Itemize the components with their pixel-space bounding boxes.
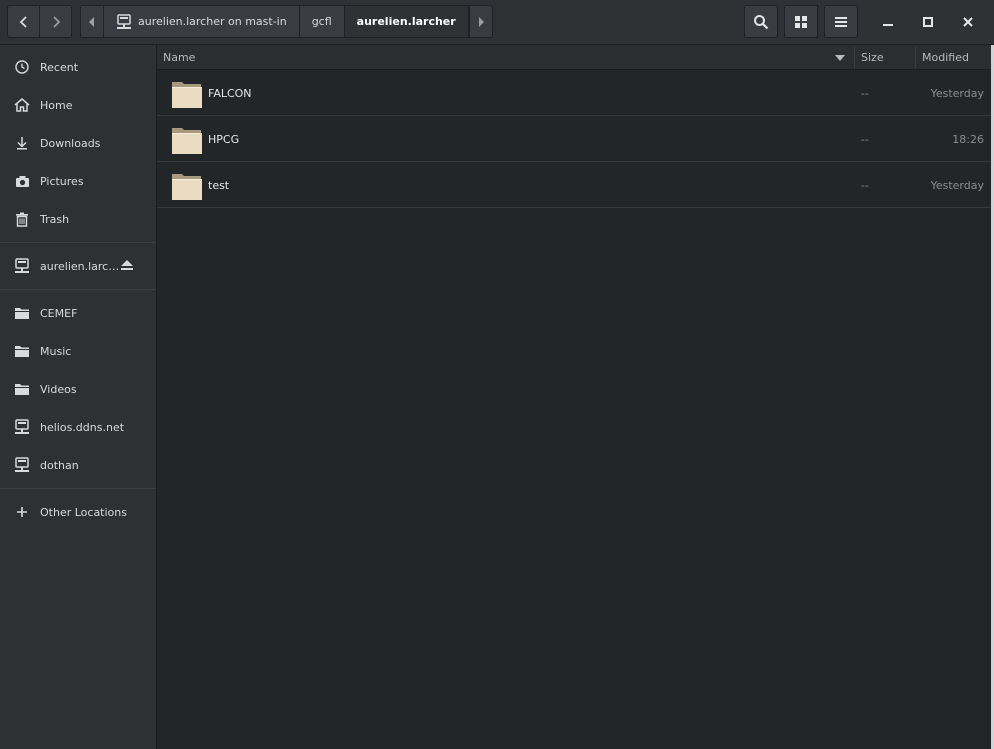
path-scroll-left-button[interactable] (80, 5, 104, 38)
plus-icon (14, 504, 30, 520)
grid-icon (795, 15, 807, 28)
network-drive-icon (117, 13, 131, 29)
hamburger-menu-icon (835, 16, 847, 27)
sidebar-item-mount[interactable]: aurelien.larc… (0, 251, 156, 281)
column-modified-header[interactable]: Modified (922, 45, 969, 70)
sidebar-item-label: Other Locations (40, 505, 127, 519)
camera-icon (14, 173, 30, 189)
sort-arrow-down-icon (835, 54, 845, 61)
sidebar-item-downloads[interactable]: Downloads (0, 128, 156, 158)
table-row[interactable]: FALCON -- Yesterday (157, 70, 994, 116)
file-modified: Yesterday (930, 86, 984, 100)
sidebar-item-label: helios.ddns.net (40, 420, 125, 434)
sidebar-item-trash[interactable]: Trash (0, 204, 156, 234)
file-name: test (208, 178, 230, 192)
view-grid-button[interactable] (784, 5, 818, 38)
sidebar-item-label: Pictures (40, 174, 84, 188)
folder-icon (172, 128, 202, 154)
home-icon (14, 97, 30, 113)
download-icon (14, 135, 30, 151)
arrow-right-icon (478, 16, 484, 27)
column-name-header[interactable]: Name (163, 45, 195, 70)
column-size-label: Size (861, 51, 884, 64)
sidebar-item-pictures[interactable]: Pictures (0, 166, 156, 196)
chevron-left-icon (19, 15, 27, 28)
sidebar-divider (0, 242, 156, 243)
sidebar-item-videos[interactable]: Videos (0, 374, 156, 404)
crumb-root-label: aurelien.larcher on mast-in (138, 15, 287, 28)
maximize-icon (923, 17, 933, 27)
path-bar: aurelien.larcher on mast-in gcfl aurelie… (80, 5, 493, 38)
minimize-icon (883, 24, 893, 26)
column-header: Name Size Modified (157, 45, 994, 70)
crumb-gcfl[interactable]: gcfl (299, 5, 345, 38)
column-separator[interactable] (854, 47, 855, 68)
sidebar-item-label: Home (40, 98, 73, 112)
sidebar-item-recent[interactable]: Recent (0, 52, 156, 82)
sidebar-item-other-locations[interactable]: Other Locations (0, 497, 156, 527)
chevron-right-icon (52, 15, 60, 28)
sidebar: Recent Home Downloads Pictures Trash aur… (0, 45, 157, 749)
table-row[interactable]: test -- Yesterday (157, 162, 994, 208)
folder-icon (14, 381, 30, 397)
sidebar-item-label: Downloads (40, 136, 101, 150)
column-modified-label: Modified (922, 51, 969, 64)
file-size: -- (861, 178, 869, 192)
close-button[interactable] (954, 8, 982, 36)
file-modified: 18:26 (952, 132, 984, 146)
file-list: Name Size Modified FALCON -- Yesterday H… (157, 45, 994, 749)
sidebar-item-label: dothan (40, 458, 79, 472)
path-scroll-right-button[interactable] (468, 5, 493, 38)
column-separator[interactable] (915, 47, 916, 68)
maximize-button[interactable] (914, 8, 942, 36)
crumb-current[interactable]: aurelien.larcher (344, 5, 469, 38)
crumb-gcfl-label: gcfl (311, 15, 332, 28)
menu-button[interactable] (824, 5, 858, 38)
minimize-button[interactable] (874, 8, 902, 36)
sidebar-item-label: Music (40, 344, 72, 358)
arrow-left-icon (89, 16, 94, 27)
sort-button[interactable] (835, 45, 845, 70)
folder-icon (14, 343, 30, 359)
crumb-current-label: aurelien.larcher (356, 15, 456, 28)
sidebar-divider (0, 488, 156, 489)
file-name: FALCON (208, 86, 252, 100)
table-row[interactable]: HPCG -- 18:26 (157, 116, 994, 162)
search-button[interactable] (744, 5, 778, 38)
sidebar-divider (0, 289, 156, 290)
sidebar-item-helios[interactable]: helios.ddns.net (0, 412, 156, 442)
sidebar-item-music[interactable]: Music (0, 336, 156, 366)
folder-icon (14, 305, 30, 321)
trash-icon (14, 211, 30, 227)
crumb-root[interactable]: aurelien.larcher on mast-in (104, 5, 300, 38)
file-name: HPCG (208, 132, 240, 146)
column-size-header[interactable]: Size (861, 45, 884, 70)
file-manager-window: aurelien.larcher on mast-in gcfl aurelie… (0, 0, 994, 749)
network-drive-icon (14, 258, 30, 274)
sidebar-item-home[interactable]: Home (0, 90, 156, 120)
network-drive-icon (14, 457, 30, 473)
clock-icon (14, 59, 30, 75)
eject-button[interactable] (120, 259, 134, 274)
sidebar-item-label: aurelien.larc… (40, 259, 120, 273)
file-size: -- (861, 86, 869, 100)
forward-button[interactable] (39, 5, 72, 38)
sidebar-item-label: Recent (40, 60, 79, 74)
header-bar: aurelien.larcher on mast-in gcfl aurelie… (0, 0, 994, 45)
column-name-label: Name (163, 51, 196, 64)
file-size: -- (861, 132, 869, 146)
back-button[interactable] (7, 5, 40, 38)
sidebar-item-label: Trash (40, 212, 70, 226)
file-modified: Yesterday (930, 178, 984, 192)
close-icon (963, 17, 973, 27)
folder-icon (172, 82, 202, 108)
sidebar-item-label: CEMEF (40, 306, 78, 320)
eject-icon (121, 260, 133, 270)
network-drive-icon (14, 419, 30, 435)
search-icon (754, 14, 769, 29)
sidebar-item-label: Videos (40, 382, 77, 396)
folder-icon (172, 174, 202, 200)
sidebar-item-dothan[interactable]: dothan (0, 450, 156, 480)
sidebar-item-cemef[interactable]: CEMEF (0, 298, 156, 328)
